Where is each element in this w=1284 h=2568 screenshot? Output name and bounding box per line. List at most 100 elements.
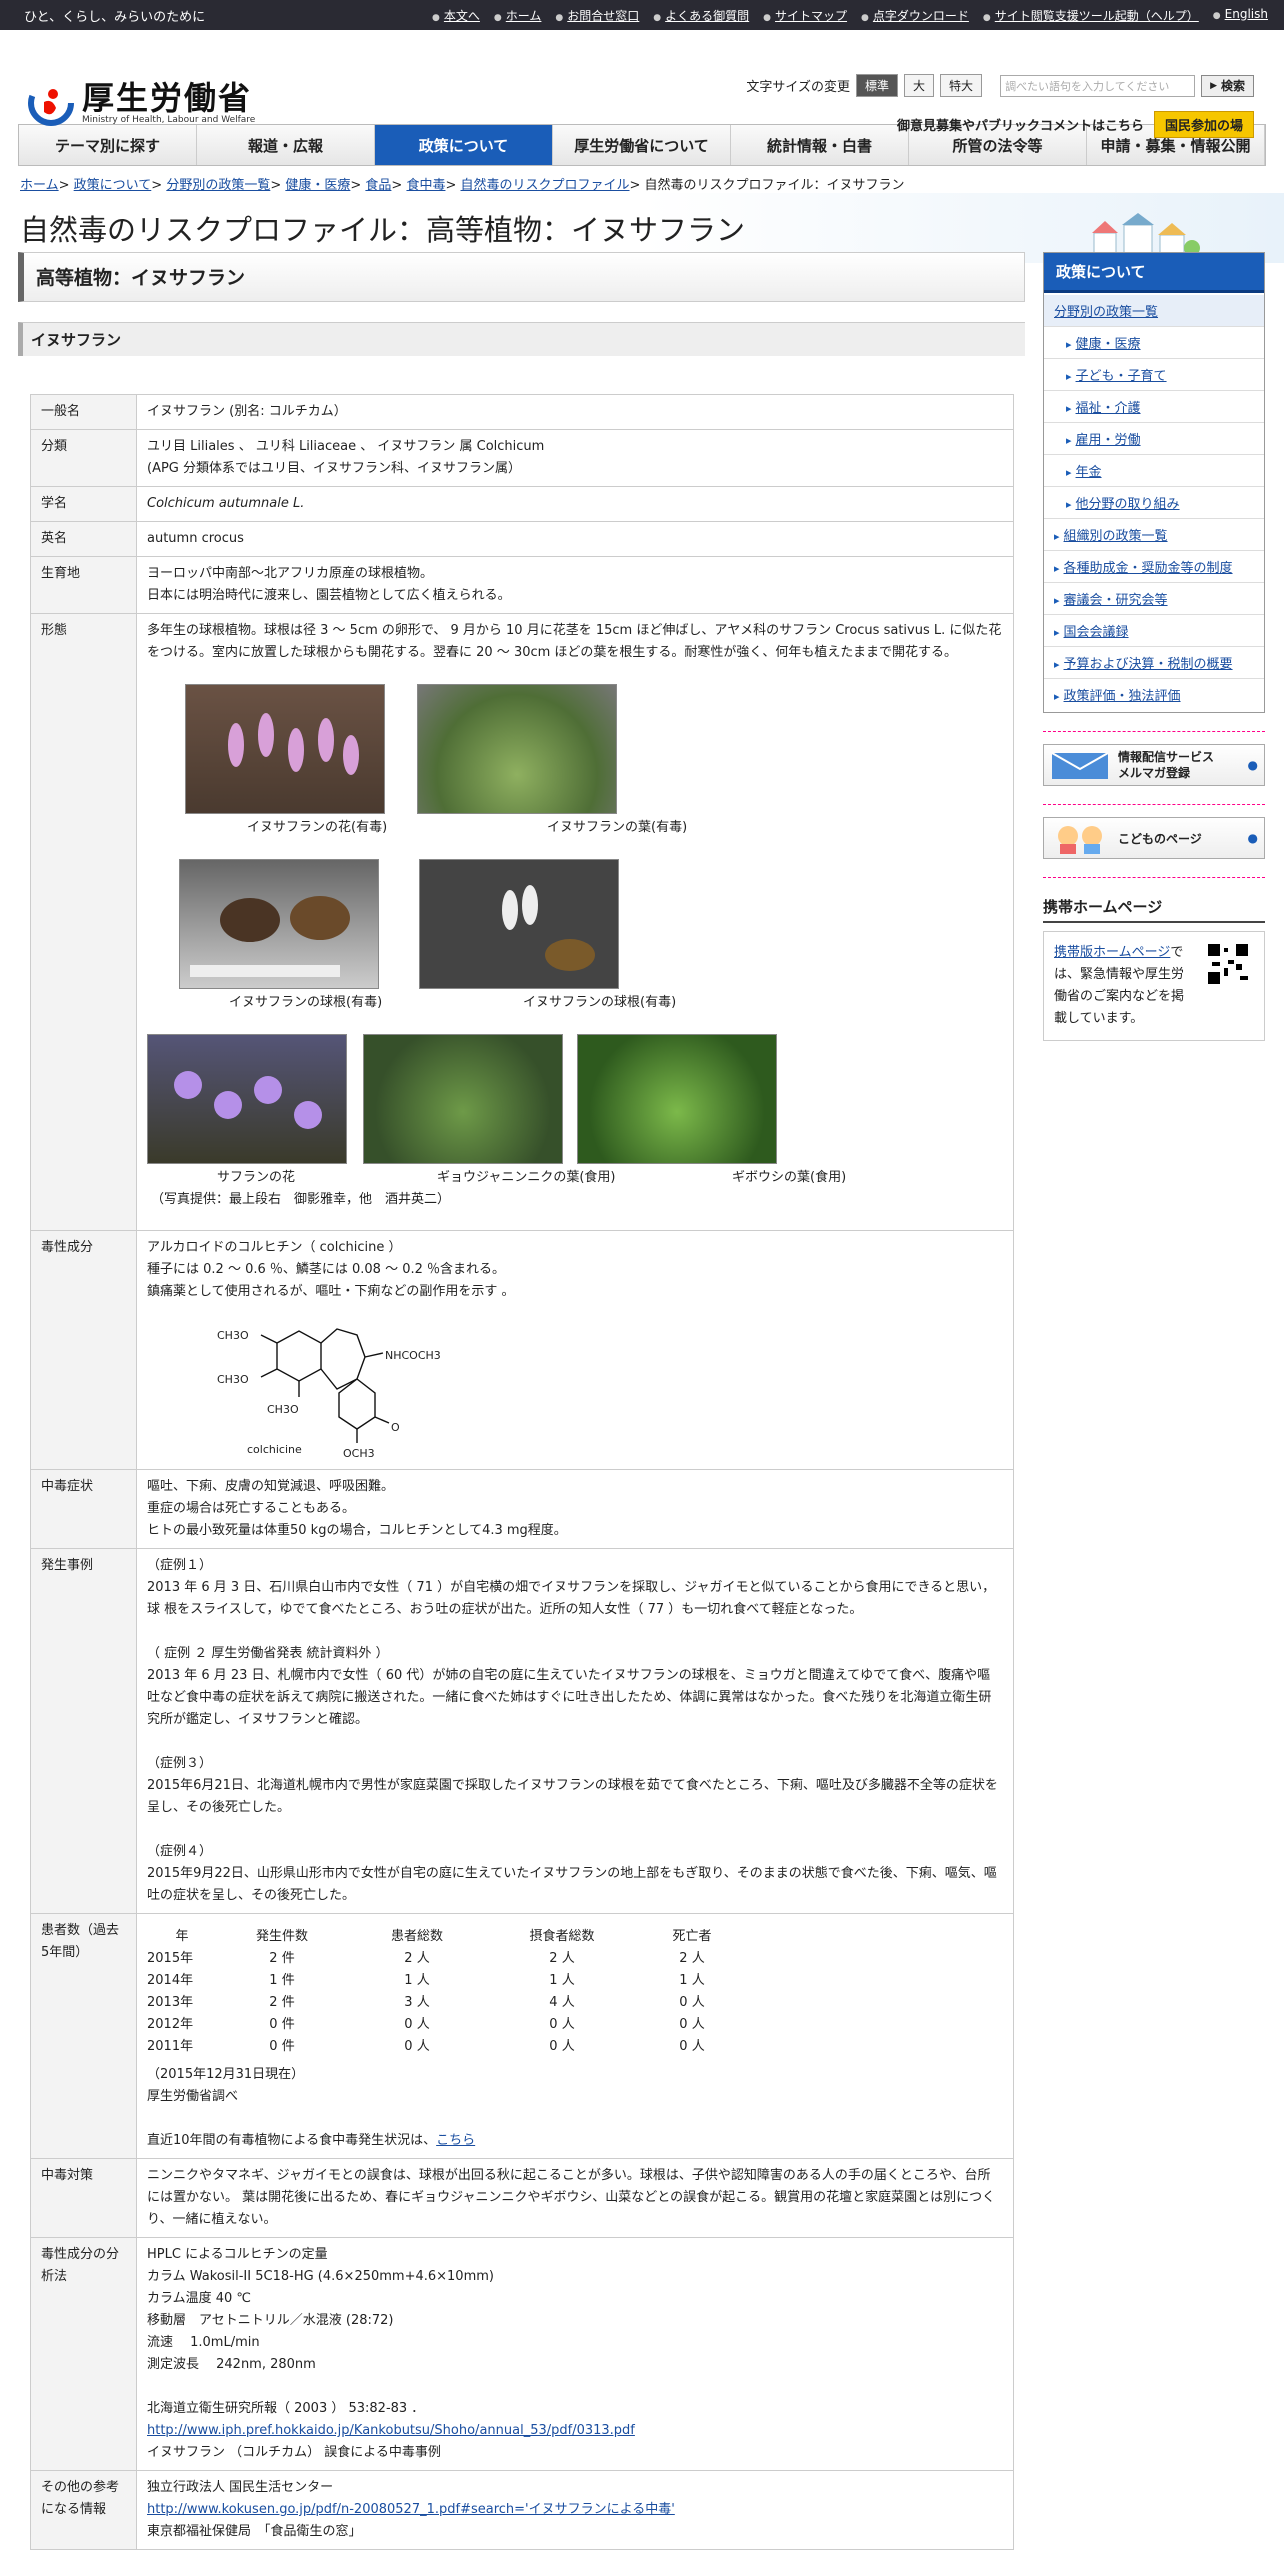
photo-gallery: イヌサフランの花(有毒) イヌサフランの葉(有毒) イヌサフランの球根(有毒) …: [147, 664, 1003, 1224]
link-skip[interactable]: 本文へ: [432, 7, 480, 24]
table-row: 毒性成分の分析法 HPLC によるコルヒチンの定量 カラム Wakosil-II…: [30, 2237, 1014, 2471]
group-c: CH3O: [267, 1403, 299, 1416]
stats-cell: 2 人: [404, 1951, 430, 1966]
search-button[interactable]: ▶ 検索: [1201, 74, 1254, 97]
sidebar-link[interactable]: 国会会議録: [1064, 625, 1129, 640]
crumb-health[interactable]: 健康・医療: [285, 178, 350, 193]
sidebar-link[interactable]: 福祉・介護: [1076, 401, 1141, 416]
crumb-risk-profile[interactable]: 自然毒のリスクプロファイル: [461, 178, 630, 193]
sidebar-item-pension[interactable]: 年金: [1044, 455, 1264, 487]
sidebar-item-policy-list[interactable]: 分野別の政策一覧: [1044, 295, 1264, 327]
table-row: 学名 Colchicum autumnale L.: [30, 486, 1014, 522]
sidebar-item-health[interactable]: 健康・医療: [1044, 327, 1264, 359]
row-value: autumn crocus: [136, 521, 1014, 557]
stats-cell: 2 件: [269, 1995, 295, 2010]
sidebar-arrow: [1054, 561, 1064, 576]
kokumin-button[interactable]: 国民参加の場: [1153, 111, 1254, 138]
link-contact[interactable]: お問合せ窓口: [555, 7, 639, 24]
sidebar-link[interactable]: 年金: [1076, 465, 1102, 480]
stats-cell: 2013年: [147, 1995, 194, 2010]
stats-row: 2011年 0 件 0 人 0 人 0 人: [147, 2036, 1003, 2058]
search-input[interactable]: 調べたい語句を入力してください: [1000, 74, 1196, 97]
font-size-large[interactable]: 大: [904, 74, 935, 97]
reference-link[interactable]: http://www.kokusen.go.jp/pdf/n-20080527_…: [147, 2502, 675, 2517]
nav-press[interactable]: 報道・広報: [197, 125, 375, 165]
stats-head-cell: 年: [175, 1929, 189, 1944]
row-value: ヒトの最小致死量は体重50 kgの場合，コルヒチンとして4.3 mg程度。: [147, 1523, 567, 1538]
sidebar-link[interactable]: 他分野の取り組み: [1076, 497, 1180, 512]
nav-theme[interactable]: テーマ別に探す: [19, 125, 197, 165]
crumb-food[interactable]: 食品: [365, 178, 391, 193]
crumb-policy-list[interactable]: 分野別の政策一覧: [166, 178, 270, 193]
stats-cell: 0 人: [549, 2017, 575, 2032]
sidebar-link[interactable]: 分野別の政策一覧: [1054, 305, 1158, 320]
reference-org: 東京都福祉保健局 「食品衛生の窓」: [147, 2524, 362, 2539]
sidebar-arrow: [1054, 593, 1064, 608]
sidebar-link[interactable]: 組織別の政策一覧: [1064, 529, 1168, 544]
sidebar-link[interactable]: 雇用・労働: [1076, 433, 1141, 448]
mail-icon: [1051, 752, 1109, 779]
mail-label-1: 情報配信サービス: [1118, 750, 1215, 764]
sidebar-link[interactable]: 健康・医療: [1076, 337, 1141, 352]
sidebar-item-budget[interactable]: 予算および決算・税制の概要: [1044, 647, 1264, 679]
stats-head-cell: 発生件数: [255, 1929, 308, 1944]
analysis-line: 移動層 アセトニトリル／水混液 (28:72): [147, 2313, 394, 2328]
kids-page-button[interactable]: こどものページ ●: [1043, 817, 1265, 859]
tagline: ひと、くらし、みらいのために: [24, 9, 206, 25]
group-d: NHCOCH3: [385, 1349, 441, 1362]
mail-magazine-button[interactable]: 情報配信サービス メルマガ登録 ●: [1043, 744, 1265, 786]
stats-recent-link[interactable]: こちら: [436, 2133, 475, 2148]
crumb-home[interactable]: ホーム: [20, 178, 59, 193]
link-support-tool[interactable]: サイト閲覧支援ツール起動（ヘルプ）: [983, 7, 1199, 24]
photo-colchicum-bulb-1: [179, 859, 379, 989]
sidebar-link[interactable]: 各種助成金・奨励金等の制度: [1064, 561, 1233, 576]
link-home[interactable]: ホーム: [494, 7, 542, 24]
policy-menu: 政策について 分野別の政策一覧 健康・医療 子ども・子育て 福祉・介護 雇用・労…: [1043, 252, 1265, 713]
site-header: 厚生労働省 Ministry of Health, Labour and Wel…: [0, 30, 1284, 138]
site-logo[interactable]: 厚生労働省 Ministry of Health, Labour and Wel…: [28, 80, 255, 126]
case-text: 2013 年 6 月 3 日、石川県白山市内で女性（ 71 ）が自宅横の畑でイヌ…: [147, 1580, 996, 1617]
analysis-line: HPLC によるコルヒチンの定量: [147, 2247, 328, 2262]
stats-cell: 0 人: [404, 2017, 430, 2032]
stats-cell: 0 件: [269, 2039, 295, 2054]
mobile-link[interactable]: 携帯版ホームページ: [1054, 945, 1170, 960]
sidebar-item-welfare[interactable]: 福祉・介護: [1044, 391, 1264, 423]
photo-caption: イヌサフランの球根(有毒): [523, 995, 677, 1010]
nav-about[interactable]: 厚生労働省について: [553, 125, 731, 165]
crumb-food-poisoning[interactable]: 食中毒: [406, 178, 445, 193]
analysis-reference-link[interactable]: http://www.iph.pref.hokkaido.jp/Kankobut…: [147, 2423, 635, 2438]
row-value: イヌサフラン (別名: コルチカム）: [136, 394, 1014, 430]
sidebar-link[interactable]: 子ども・子育て: [1076, 369, 1167, 384]
sidebar-arrow: [1066, 337, 1076, 352]
font-size-xlarge[interactable]: 特大: [940, 74, 983, 97]
section-heading: 高等植物：イヌサフラン: [18, 252, 1025, 302]
sidebar-item-other-fields[interactable]: 他分野の取り組み: [1044, 487, 1264, 519]
link-sitemap[interactable]: サイトマップ: [763, 7, 847, 24]
link-braille[interactable]: 点字ダウンロード: [861, 7, 969, 24]
mobile-info-box: 携帯版ホームページでは、緊急情報や厚生労働省のご案内などを掲載しています。: [1043, 931, 1265, 1041]
mobile-heading: 携帯ホームページ: [1043, 892, 1265, 923]
public-comment-link[interactable]: 御意見募集やパブリックコメントはこちら: [897, 115, 1144, 134]
sidebar-item-diet-records[interactable]: 国会会議録: [1044, 615, 1264, 647]
photo-caption: イヌサフランの葉(有毒): [547, 820, 688, 835]
sidebar-link[interactable]: 審議会・研究会等: [1064, 593, 1168, 608]
crumb-policy[interactable]: 政策について: [74, 178, 152, 193]
link-english[interactable]: English: [1213, 7, 1268, 24]
logo-japanese: 厚生労働省: [82, 79, 253, 117]
sidebar-item-org-policy[interactable]: 組織別の政策一覧: [1044, 519, 1264, 551]
stats-row: 2014年 1 件 1 人 1 人 1 人: [147, 1970, 1003, 1992]
patient-stats: 年 発生件数 患者総数 摂食者総数 死亡者 2015年 2 件 2 人 2 人 2 人 2014…: [147, 1926, 1003, 2058]
nav-policy[interactable]: 政策について: [375, 125, 553, 165]
sidebar-link[interactable]: 政策評価・独法評価: [1064, 689, 1181, 704]
sidebar-item-employment[interactable]: 雇用・労働: [1044, 423, 1264, 455]
font-size-standard[interactable]: 標準: [856, 74, 899, 97]
sidebar-link[interactable]: 予算および決算・税制の概要: [1064, 657, 1233, 672]
sidebar-item-evaluation[interactable]: 政策評価・独法評価: [1044, 679, 1264, 710]
sidebar-item-children[interactable]: 子ども・子育て: [1044, 359, 1264, 391]
stats-head-cell: 死亡者: [672, 1929, 712, 1944]
sidebar-item-grants[interactable]: 各種助成金・奨励金等の制度: [1044, 551, 1264, 583]
analysis-reference-title: イヌサフラン （コルチカム） 誤食による中毒事例: [147, 2445, 441, 2460]
link-faq[interactable]: よくある御質問: [653, 7, 749, 24]
sidebar-item-councils[interactable]: 審議会・研究会等: [1044, 583, 1264, 615]
sidebar-arrow: [1066, 497, 1076, 512]
